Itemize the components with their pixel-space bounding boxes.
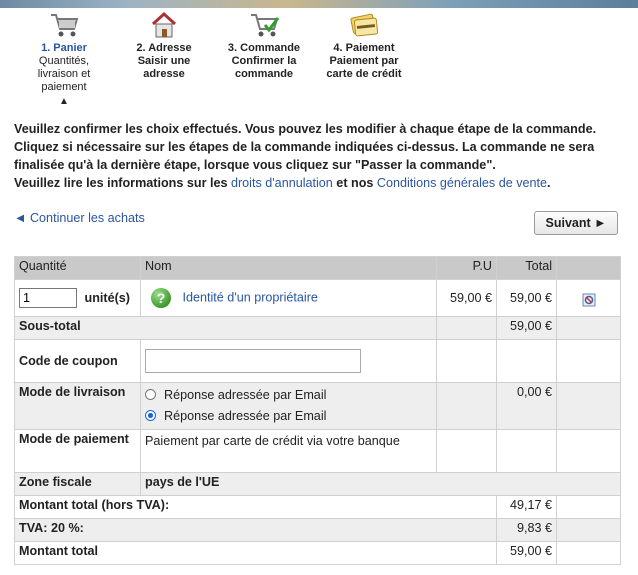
delete-item-icon[interactable] (581, 292, 597, 308)
empty-cell (556, 316, 621, 340)
subtotal-label: Sous-total (14, 316, 437, 340)
empty-cell (436, 339, 497, 383)
radio-unselected[interactable] (145, 389, 156, 400)
subtotal-row: Sous-total 59,00 € (14, 316, 621, 340)
step-subtitle: Saisir une adresse (137, 55, 191, 80)
line-total: 59,00 € (496, 279, 557, 317)
empty-cell (496, 429, 557, 473)
tax-zone-label: Zone fiscale (14, 472, 141, 496)
header-banner (0, 0, 638, 8)
shipping-row: Mode de livraison Réponse adressée par E… (14, 382, 621, 430)
cancellation-rights-link[interactable]: droits d'annulation (231, 176, 333, 190)
step-address[interactable]: 2. Adresse Saisir une adresse (120, 10, 208, 81)
product-cell: ? Identité d'un propriétaire (140, 279, 437, 317)
legal-info-text: Veuillez lire les informations sur les (14, 176, 231, 190)
cart-check-icon (251, 14, 280, 37)
shipping-option[interactable]: Réponse adressée par Email (145, 406, 432, 427)
empty-cell (556, 382, 621, 430)
step-order[interactable]: 3. Commande Confirmer la commande (220, 10, 308, 81)
coupon-label: Code de coupon (14, 339, 141, 383)
step-title: 3. Commande (227, 42, 301, 54)
empty-cell (556, 541, 621, 565)
radio-selected[interactable] (145, 410, 156, 421)
unit-price: 59,00 € (436, 279, 497, 317)
tax-zone-value: pays de l'UE (140, 472, 621, 496)
payment-value: Paiement par carte de crédit via votre b… (140, 429, 437, 473)
credit-card-icon (350, 13, 379, 37)
empty-cell (436, 429, 497, 473)
header-quantity: Quantité (14, 256, 141, 280)
help-icon[interactable]: ? (151, 288, 171, 308)
order-instructions: Veuillez confirmer les choix effectués. … (14, 120, 626, 192)
step-cart[interactable]: 1. Panier Quantités, livraison et paieme… (20, 10, 108, 108)
legal-info-end: . (547, 176, 551, 190)
continue-shopping-link[interactable]: ◄ Continuer les achats (14, 211, 145, 225)
current-step-caret-icon: ▲ (59, 96, 69, 107)
quantity-cell: unité(s) (14, 279, 141, 317)
header-unit-price: P.U (436, 256, 497, 280)
shipping-option[interactable]: Réponse adressée par Email (145, 385, 432, 406)
legal-info-connector: et nos (332, 176, 377, 190)
header-name: Nom (140, 256, 437, 280)
step-payment[interactable]: 4. Paiement Paiement par carte de crédit (320, 10, 408, 81)
house-icon (151, 11, 177, 38)
step-subtitle: Quantités, livraison et paiement (37, 55, 91, 93)
shopping-cart-icon (51, 14, 79, 37)
vat-value: 9,83 € (496, 518, 557, 542)
terms-conditions-link[interactable]: Conditions générales de vente (377, 176, 547, 190)
instructions-text: Veuillez confirmer les choix effectués. … (14, 122, 597, 172)
empty-cell (556, 495, 621, 519)
grand-total-value: 59,00 € (496, 541, 557, 565)
legal-info-line: Veuillez lire les informations sur les d… (14, 174, 626, 192)
product-link[interactable]: Identité d'un propriétaire (183, 290, 318, 304)
grand-total-label: Montant total (14, 541, 497, 565)
quantity-unit: unité(s) (84, 291, 130, 305)
header-actions (556, 256, 621, 280)
step-subtitle: Confirmer la commande (231, 55, 297, 80)
checkout-steps: 1. Panier Quantités, livraison et paieme… (20, 10, 420, 110)
vat-label: TVA: 20 %: (14, 518, 497, 542)
grand-total-row: Montant total 59,00 € (14, 541, 621, 565)
shipping-label: Mode de livraison (14, 382, 141, 430)
payment-row: Mode de paiement Paiement par carte de c… (14, 429, 621, 473)
next-button[interactable]: Suivant ► (534, 211, 618, 235)
coupon-row: Code de coupon (14, 339, 621, 383)
empty-cell (556, 518, 621, 542)
shipping-value: 0,00 € (496, 382, 557, 430)
shipping-options: Réponse adressée par Email Réponse adres… (140, 382, 437, 430)
tax-zone-row: Zone fiscale pays de l'UE (14, 472, 621, 496)
shipping-option-label: Réponse adressée par Email (164, 388, 327, 402)
table-header-row: Quantité Nom P.U Total (14, 256, 621, 280)
quantity-input[interactable] (19, 288, 77, 308)
cart-table: Quantité Nom P.U Total unité(s) ? Identi… (14, 256, 621, 565)
step-title: 1. Panier (41, 42, 87, 54)
step-title: 4. Paiement (333, 42, 395, 54)
table-row: unité(s) ? Identité d'un propriétaire 59… (14, 279, 621, 317)
coupon-cell (140, 339, 437, 383)
empty-cell (436, 382, 497, 430)
step-title: 2. Adresse (136, 42, 192, 54)
payment-label: Mode de paiement (14, 429, 141, 473)
header-total: Total (496, 256, 557, 280)
empty-cell (556, 339, 621, 383)
empty-cell (436, 316, 497, 340)
subtotal-value: 59,00 € (496, 316, 557, 340)
net-total-label: Montant total (hors TVA): (14, 495, 497, 519)
shipping-option-label: Réponse adressée par Email (164, 409, 327, 423)
empty-cell (496, 339, 557, 383)
net-total-row: Montant total (hors TVA): 49,17 € (14, 495, 621, 519)
coupon-input[interactable] (145, 349, 361, 373)
vat-row: TVA: 20 %: 9,83 € (14, 518, 621, 542)
delete-cell (556, 279, 621, 317)
step-subtitle: Paiement par carte de crédit (326, 55, 402, 80)
net-total-value: 49,17 € (496, 495, 557, 519)
empty-cell (556, 429, 621, 473)
